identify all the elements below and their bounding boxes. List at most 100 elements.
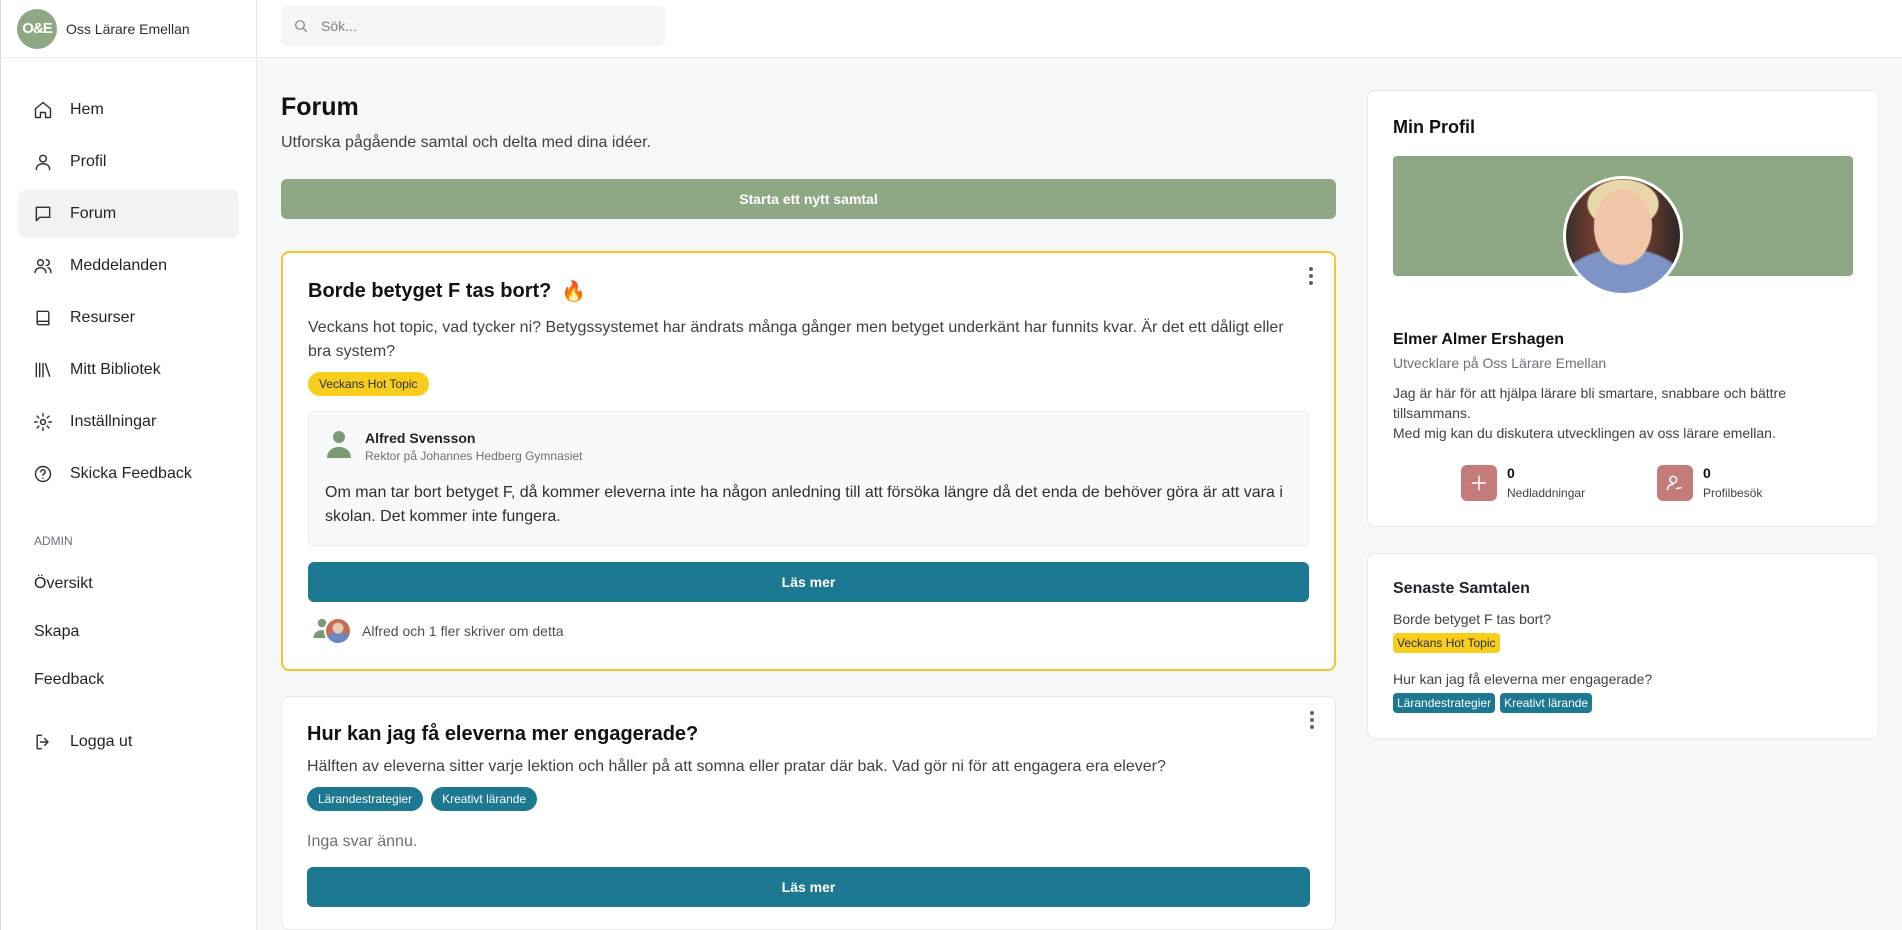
post-title[interactable]: Borde betyget F tas bort? 🔥 (308, 279, 1309, 304)
post-text: Hälften av eleverna sitter varje lektion… (307, 758, 1166, 775)
profile-bio: Jag är här för att hjälpa lärare bli sma… (1393, 383, 1853, 443)
user-signature-icon (1657, 465, 1693, 501)
nav-label: Mitt Bibliotek (70, 361, 161, 378)
logout-button[interactable]: Logga ut (18, 718, 239, 766)
forum-post-card: Hur kan jag få eleverna mer engagerade? … (281, 696, 1336, 930)
participants-text: Alfred och 1 fler skriver om detta (362, 622, 564, 639)
nav-label: Forum (70, 205, 117, 222)
stat-downloads: 0 Nedladdningar (1461, 465, 1657, 501)
right-column: Min Profil Elmer Almer Ershagen Utveckla… (1367, 90, 1879, 739)
tag-larandestrategier[interactable]: Lärandestrategier (307, 787, 424, 811)
chat-icon (35, 206, 51, 222)
nav-label: Profil (70, 153, 107, 170)
tag-kreativt-larande[interactable]: Kreativt lärande (1500, 693, 1593, 713)
profile-panel-title: Min Profil (1393, 117, 1475, 137)
nav-item-profil[interactable]: Profil (18, 138, 239, 186)
user-icon (35, 154, 51, 171)
no-replies-text: Inga svar ännu. (307, 833, 418, 850)
profile-role: Utvecklare på Oss Lärare Emellan (1393, 355, 1607, 371)
logo: O&E (17, 8, 57, 49)
tag-larandestrategier[interactable]: Lärandestrategier (1393, 693, 1496, 713)
read-more-button[interactable]: Läs mer (308, 562, 1309, 602)
forum-main: Forum Utforska pågående samtal och delta… (281, 58, 1336, 930)
profile-stats: 0 Nedladdningar 0 Profilbesök (1393, 465, 1853, 501)
profile-banner (1393, 156, 1853, 296)
page-subtitle: Utforska pågående samtal och delta med d… (281, 134, 652, 151)
gear-icon (33, 412, 53, 432)
reply-author: Alfred Svensson Rektor på Johannes Hedbe… (325, 428, 1292, 465)
plus-icon (1461, 465, 1497, 501)
admin-item-skapa[interactable]: Skapa (1, 608, 256, 656)
recent-title: Senaste Samtalen (1393, 580, 1530, 597)
recent-conversation-link[interactable]: Hur kan jag få eleverna mer engagerade? (1393, 671, 1853, 687)
search-box[interactable] (281, 6, 665, 46)
nav-item-skicka-feedback[interactable]: Skicka Feedback (18, 450, 239, 498)
post-tags: Veckans Hot Topic (308, 372, 1309, 396)
stat-value: 0 (1703, 465, 1711, 481)
logout-label: Logga ut (70, 733, 133, 750)
recent-conversations-panel: Senaste Samtalen Borde betyget F tas bor… (1367, 553, 1879, 739)
brand-name: Oss Lärare Emellan (66, 20, 190, 37)
reply-author-role: Rektor på Johannes Hedberg Gymnasiet (365, 449, 583, 463)
participants-row: Alfred och 1 fler skriver om detta (308, 614, 1309, 647)
sidebar: O&E Oss Lärare Emellan Hem Profil Forum … (0, 0, 257, 930)
participant-avatars (312, 614, 352, 647)
recent-conversation-link[interactable]: Borde betyget F tas bort? (1393, 611, 1853, 627)
nav-label: Resurser (70, 309, 135, 326)
stat-profile-visits: 0 Profilbesök (1657, 465, 1853, 501)
logout-icon (36, 734, 49, 750)
profile-bio-line-2: Med mig kan du diskutera utvecklingen av… (1393, 425, 1776, 441)
tag-kreativt-larande[interactable]: Kreativt lärande (431, 787, 538, 811)
admin-item-feedback[interactable]: Feedback (1, 656, 256, 704)
profile-panel: Min Profil Elmer Almer Ershagen Utveckla… (1367, 90, 1879, 527)
users-icon (34, 259, 52, 274)
read-more-button[interactable]: Läs mer (307, 867, 1310, 907)
nav-item-forum[interactable]: Forum (18, 190, 239, 238)
recent-conversation-item: Hur kan jag få eleverna mer engagerade? … (1393, 671, 1853, 713)
stat-label: Profilbesök (1703, 486, 1763, 500)
search-icon (295, 20, 307, 32)
main-nav: Hem Profil Forum Meddelanden Resurser Mi… (1, 86, 256, 498)
post-tags: Lärandestrategier Kreativt lärande (307, 787, 1310, 811)
topbar (257, 0, 1902, 58)
tag-hot-topic[interactable]: Veckans Hot Topic (308, 372, 429, 396)
page-title: Forum (281, 93, 359, 121)
reply-text: Om man tar bort betyget F, då kommer ele… (325, 484, 1283, 525)
nav-label: Hem (70, 101, 104, 118)
brand[interactable]: O&E Oss Lärare Emellan (1, 0, 256, 58)
recent-conversation-tags: Veckans Hot Topic (1393, 633, 1853, 653)
forum-post-card: Borde betyget F tas bort? 🔥 Veckans hot … (281, 251, 1336, 671)
stat-label: Nedladdningar (1507, 486, 1586, 500)
post-text: Veckans hot topic, vad tycker ni? Betygs… (308, 319, 1284, 360)
recent-conversation-tags: Lärandestrategier Kreativt lärande (1393, 693, 1853, 713)
book-icon (36, 310, 50, 326)
admin-section-title: ADMIN (34, 534, 73, 548)
post-title[interactable]: Hur kan jag få eleverna mer engagerade? (307, 723, 1310, 746)
person-icon (325, 428, 353, 465)
nav-item-resurser[interactable]: Resurser (18, 294, 239, 342)
new-conversation-button[interactable]: Starta ett nytt samtal (281, 179, 1336, 219)
home-icon (34, 101, 52, 119)
reply-author-name[interactable]: Alfred Svensson (365, 430, 582, 446)
search-input[interactable] (321, 18, 641, 34)
stat-value: 0 (1507, 465, 1515, 481)
admin-item-oversikt[interactable]: Översikt (1, 560, 256, 608)
nav-item-mitt-bibliotek[interactable]: Mitt Bibliotek (18, 346, 239, 394)
more-options-icon[interactable] (1306, 267, 1316, 285)
nav-label: Meddelanden (70, 257, 167, 274)
recent-conversation-item: Borde betyget F tas bort? Veckans Hot To… (1393, 611, 1853, 653)
profile-avatar[interactable] (1563, 176, 1683, 296)
tag-hot-topic[interactable]: Veckans Hot Topic (1393, 633, 1500, 653)
post-title-text: Borde betyget F tas bort? (308, 280, 552, 302)
avatar (324, 616, 352, 645)
nav-item-hem[interactable]: Hem (18, 86, 239, 134)
nav-item-meddelanden[interactable]: Meddelanden (18, 242, 239, 290)
library-icon (35, 362, 51, 378)
top-reply: Alfred Svensson Rektor på Johannes Hedbe… (308, 411, 1309, 546)
flame-icon: 🔥 (561, 281, 587, 303)
profile-name: Elmer Almer Ershagen (1393, 331, 1565, 348)
more-options-icon[interactable] (1307, 711, 1317, 729)
nav-item-installningar[interactable]: Inställningar (18, 398, 239, 446)
nav-label: Skicka Feedback (70, 465, 192, 482)
help-circle-icon (34, 465, 52, 483)
